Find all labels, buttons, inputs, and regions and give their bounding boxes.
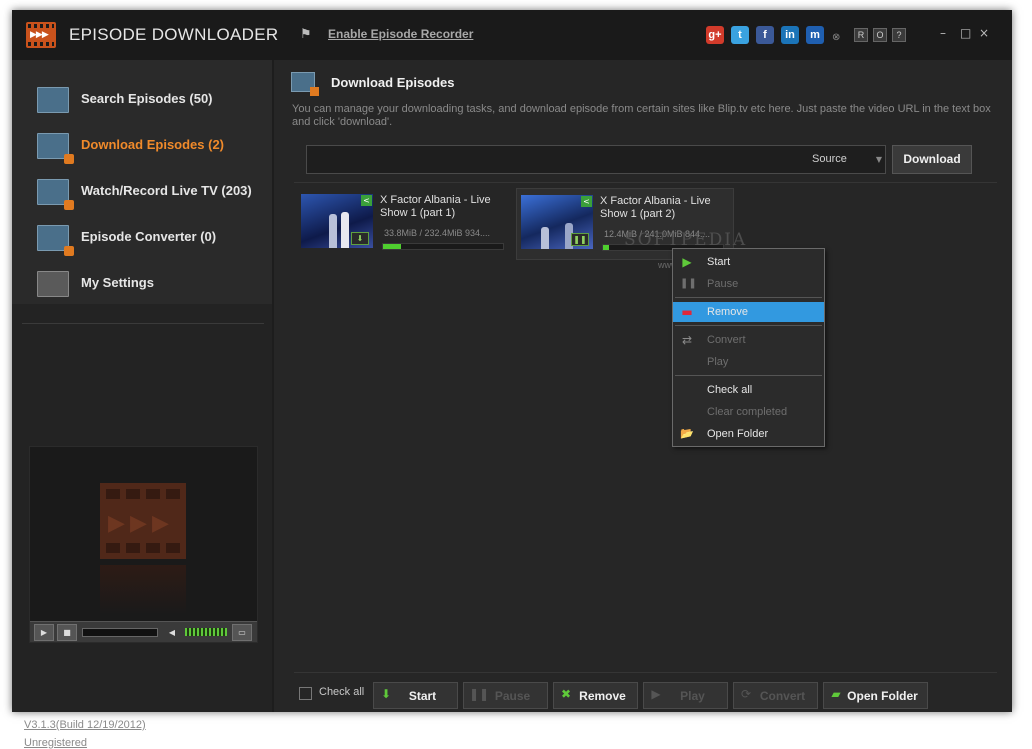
volume-slider[interactable] xyxy=(185,628,227,636)
pause-button[interactable]: ❚❚ Pause xyxy=(463,682,548,709)
main-panel: Download Episodes You can manage your do… xyxy=(274,60,1012,712)
download-episodes-icon xyxy=(37,133,74,164)
player-controls: ▶ ■ ◀ ▭ xyxy=(30,621,257,642)
converter-icon xyxy=(37,225,74,256)
minimize-button[interactable]: – xyxy=(940,26,946,40)
menu-item-pause[interactable]: ❚❚ Pause xyxy=(673,274,824,294)
page-description: You can manage your downloading tasks, a… xyxy=(292,103,991,128)
seek-bar[interactable] xyxy=(82,628,158,637)
settings-icon xyxy=(37,271,69,297)
pause-icon: ❚❚ xyxy=(680,278,697,289)
check-all-label[interactable]: Check all xyxy=(319,686,364,698)
search-episodes-icon xyxy=(37,87,69,113)
divider xyxy=(294,672,997,673)
sidebar-item-live-tv[interactable]: Watch/Record Live TV (203) xyxy=(12,169,272,215)
volume-icon[interactable]: ◀ xyxy=(162,624,182,641)
menu-separator xyxy=(675,325,822,326)
download-button[interactable]: Download xyxy=(892,145,972,174)
facebook-icon[interactable]: f xyxy=(756,26,774,44)
video-thumbnail: < ⬇ xyxy=(301,194,373,248)
page-title: Download Episodes xyxy=(331,75,455,90)
help-button[interactable]: ? xyxy=(892,28,906,42)
download-size: 33.8MiB / 232.4MiB 934.... xyxy=(384,228,491,238)
url-input[interactable]: Source ▼ xyxy=(306,145,886,174)
registration-link[interactable]: Unregistered xyxy=(24,737,87,749)
watermark: SOFTPEDIA xyxy=(624,230,748,250)
sidebar-item-my-settings[interactable]: My Settings xyxy=(12,261,272,307)
app-window: ▶▶▶ EPISODE DOWNLOADER ⚑ Enable Episode … xyxy=(12,10,1012,749)
share-icon[interactable]: < xyxy=(361,195,372,206)
sidebar-item-label: My Settings xyxy=(81,275,154,290)
download-title: X Factor Albania - Live Show 1 (part 1) xyxy=(380,194,491,219)
open-folder-button[interactable]: ▰ Open Folder xyxy=(823,682,928,709)
sidebar: Search Episodes (50) Download Episodes (… xyxy=(12,60,272,749)
maximize-button[interactable]: □ xyxy=(960,26,971,40)
sidebar-divider xyxy=(22,323,264,324)
sidebar-item-search-episodes[interactable]: Search Episodes (50) xyxy=(12,77,272,123)
menu-item-clear-completed[interactable]: Clear completed xyxy=(673,402,824,422)
progress-fill xyxy=(383,244,401,249)
divider xyxy=(294,182,997,183)
linkedin-icon[interactable]: in xyxy=(781,26,799,44)
menu-item-start[interactable]: ▶ Start xyxy=(673,252,824,272)
version-link[interactable]: V3.1.3(Build 12/19/2012) xyxy=(24,719,146,731)
download-item[interactable]: < ⬇ X Factor Albania - Live Show 1 (part… xyxy=(297,188,513,258)
menu-item-remove[interactable]: ▬ Remove xyxy=(673,302,824,322)
progress-fill xyxy=(603,245,609,250)
options-button[interactable]: O xyxy=(873,28,887,42)
menu-separator xyxy=(675,375,822,376)
progress-bar xyxy=(382,243,504,250)
title-bar: ▶▶▶ EPISODE DOWNLOADER ⚑ Enable Episode … xyxy=(12,10,1012,60)
menu-item-play[interactable]: Play xyxy=(673,352,824,372)
folder-icon: 📂 xyxy=(680,427,694,440)
remove-icon: ▬ xyxy=(681,305,693,319)
remove-button[interactable]: ✖ Remove xyxy=(553,682,638,709)
stop-icon[interactable]: ■ xyxy=(57,624,77,641)
source-select[interactable]: Source xyxy=(812,153,847,165)
google-plus-icon[interactable]: g+ xyxy=(706,26,724,44)
sidebar-item-label: Watch/Record Live TV (203) xyxy=(81,183,252,198)
menu-item-convert[interactable]: ⇄ Convert xyxy=(673,330,824,350)
app-logo-icon: ▶▶▶ xyxy=(26,22,56,48)
play-button[interactable]: ▶ Play xyxy=(643,682,728,709)
sidebar-item-label: Download Episodes (2) xyxy=(81,137,225,152)
close-social-icon[interactable]: ⊗ xyxy=(832,32,840,43)
recorder-icon[interactable]: ⚑ xyxy=(300,27,314,42)
menu-item-open-folder[interactable]: 📂 Open Folder xyxy=(673,424,824,444)
menu-separator xyxy=(675,297,822,298)
sidebar-item-episode-converter[interactable]: Episode Converter (0) xyxy=(12,215,272,261)
start-button[interactable]: ⬇ Start xyxy=(373,682,458,709)
share-icon[interactable]: < xyxy=(581,196,592,207)
register-button[interactable]: R xyxy=(854,28,868,42)
app-title: EPISODE DOWNLOADER xyxy=(69,25,279,44)
play-icon[interactable]: ▶ xyxy=(34,624,54,641)
myspace-icon[interactable]: m xyxy=(806,26,824,44)
pause-state-icon[interactable]: ❚❚ xyxy=(571,233,589,246)
video-player: ▶ ▶ ▶ ▶ ■ ◀ ▭ xyxy=(29,446,258,643)
convert-button[interactable]: ⟳ Convert xyxy=(733,682,818,709)
chevron-down-icon[interactable]: ▼ xyxy=(876,155,882,164)
menu-item-check-all[interactable]: Check all xyxy=(673,380,824,400)
enable-recorder-link[interactable]: Enable Episode Recorder xyxy=(328,27,473,41)
sidebar-item-download-episodes[interactable]: Download Episodes (2) xyxy=(12,123,272,169)
sidebar-item-label: Episode Converter (0) xyxy=(81,229,217,244)
close-button[interactable]: × xyxy=(979,26,989,40)
context-menu: ▶ Start ❚❚ Pause ▬ Remove ⇄ Convert Play… xyxy=(672,248,825,447)
check-all-checkbox[interactable] xyxy=(299,687,312,700)
download-title: X Factor Albania - Live Show 1 (part 2) xyxy=(600,195,711,220)
download-episodes-icon xyxy=(291,72,319,96)
twitter-icon[interactable]: t xyxy=(731,26,749,44)
player-logo-reflection xyxy=(100,565,186,615)
live-tv-icon xyxy=(37,179,74,210)
sidebar-nav: Search Episodes (50) Download Episodes (… xyxy=(12,60,272,304)
play-icon: ▶ xyxy=(682,255,692,269)
download-state-icon[interactable]: ⬇ xyxy=(351,232,369,245)
video-thumbnail: < ❚❚ xyxy=(521,195,593,249)
convert-icon: ⇄ xyxy=(681,333,693,347)
player-logo-icon: ▶ ▶ ▶ xyxy=(100,483,186,559)
sidebar-item-label: Search Episodes (50) xyxy=(81,91,213,106)
fullscreen-icon[interactable]: ▭ xyxy=(232,624,252,641)
